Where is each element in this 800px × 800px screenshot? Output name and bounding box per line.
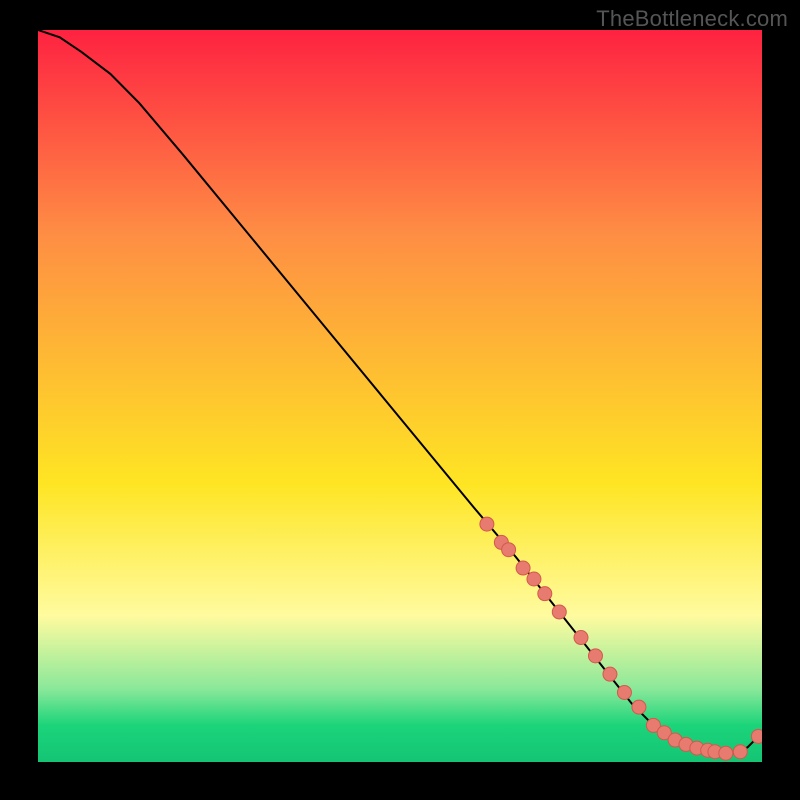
data-marker	[588, 649, 602, 663]
plot-area	[38, 30, 762, 762]
data-marker	[552, 605, 566, 619]
chart-stage: TheBottleneck.com	[0, 0, 800, 800]
data-marker	[574, 631, 588, 645]
data-marker	[516, 561, 530, 575]
gradient-background	[38, 30, 762, 762]
data-marker	[617, 685, 631, 699]
data-marker	[527, 572, 541, 586]
data-marker	[480, 517, 494, 531]
data-marker	[603, 667, 617, 681]
data-marker	[719, 746, 733, 760]
data-marker	[502, 543, 516, 557]
watermark-text: TheBottleneck.com	[596, 6, 788, 32]
data-marker	[751, 729, 762, 743]
data-marker	[733, 745, 747, 759]
data-marker	[632, 700, 646, 714]
data-marker	[538, 587, 552, 601]
plot-svg	[38, 30, 762, 762]
